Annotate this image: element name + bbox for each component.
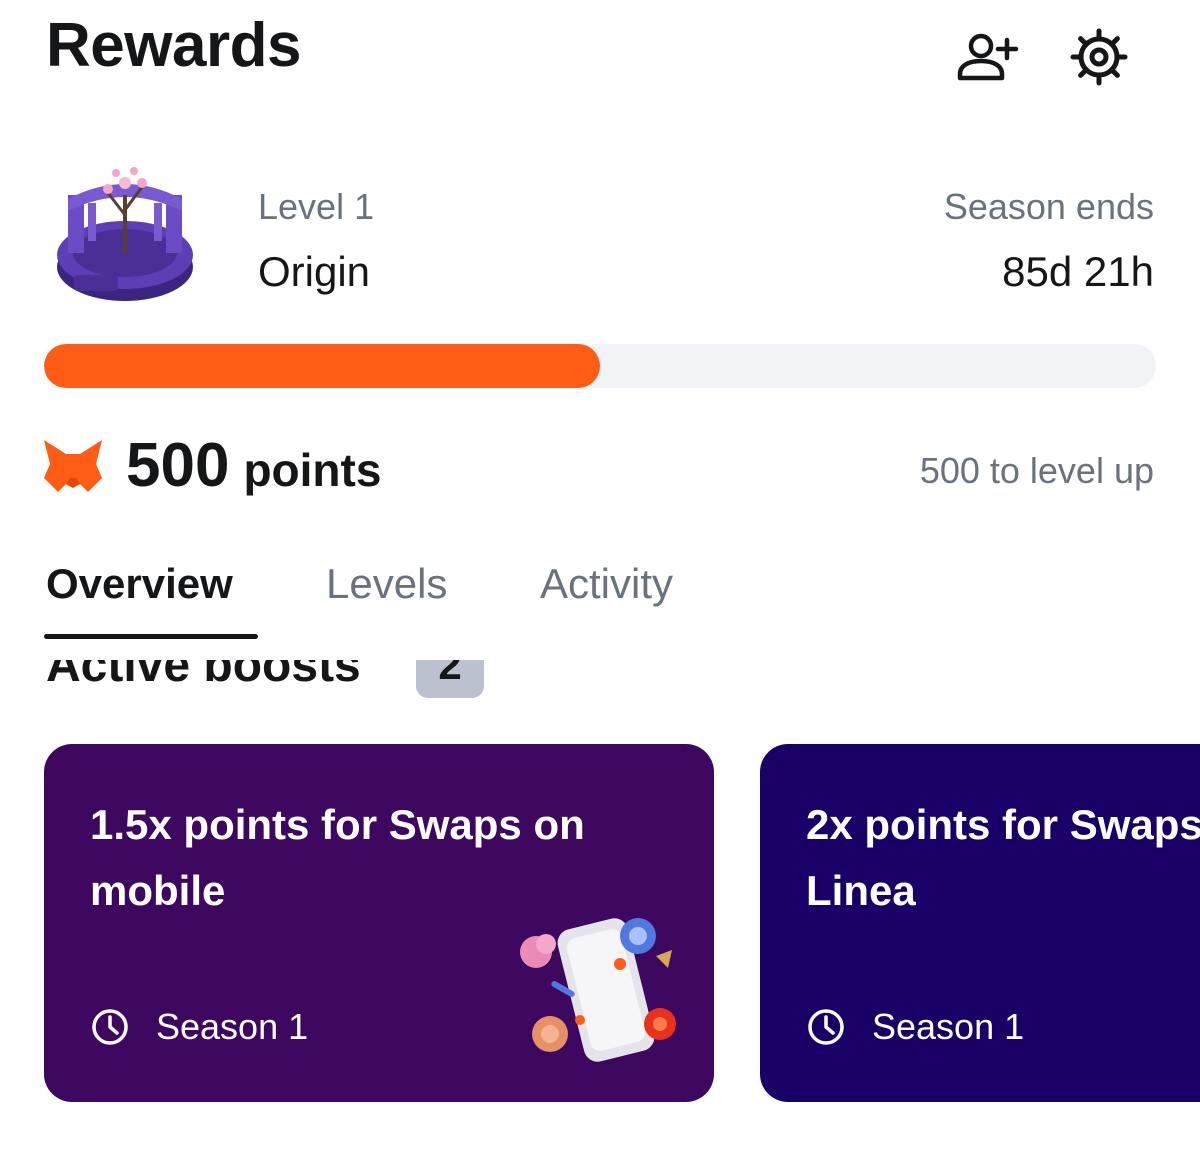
boost-title: 1.5x points for Swaps on mobile bbox=[90, 801, 585, 914]
boost-season-label: Season 1 bbox=[156, 1006, 309, 1047]
clock-icon bbox=[808, 1009, 844, 1045]
points-amount: 500 bbox=[126, 431, 230, 500]
tab-overview[interactable]: Overview bbox=[46, 560, 233, 608]
level-name: Origin bbox=[258, 248, 371, 295]
active-boosts-header: Active boosts 2 bbox=[0, 660, 1200, 700]
boost-title-line-1: 2x points for Swaps on bbox=[806, 801, 1200, 848]
settings-button[interactable] bbox=[1064, 22, 1134, 92]
level-label: Level 1 bbox=[258, 186, 375, 227]
page-title: Rewards bbox=[46, 11, 301, 80]
season-countdown: 85d 21h bbox=[1002, 248, 1154, 295]
level-illustration bbox=[57, 167, 193, 301]
tab-activity[interactable]: Activity bbox=[540, 560, 673, 608]
rewards-page: Rewards Level 1 Origin Season ends 85d 2… bbox=[0, 0, 1200, 1172]
boost-card-swaps-mobile[interactable]: 1.5x points for Swaps on mobile Season 1 bbox=[44, 744, 714, 1102]
boost-title-line-2: Linea bbox=[806, 867, 916, 914]
boost-season: Season 1 bbox=[90, 1006, 308, 1048]
metamask-fox-icon bbox=[44, 440, 102, 492]
add-user-icon bbox=[957, 33, 1019, 81]
boost-count-badge: 2 bbox=[416, 660, 484, 698]
clock-icon bbox=[92, 1009, 128, 1045]
boost-season: Season 1 bbox=[806, 1006, 1024, 1048]
active-tab-indicator bbox=[44, 634, 258, 639]
boost-card-swaps-linea[interactable]: 2x points for Swaps on Linea Season 1 bbox=[760, 744, 1200, 1102]
tab-levels[interactable]: Levels bbox=[326, 560, 447, 608]
level-progress-fill bbox=[44, 344, 600, 388]
level-progress-bar bbox=[44, 344, 1156, 388]
points-total: 500 points bbox=[126, 430, 381, 501]
points-unit: points bbox=[243, 444, 382, 496]
points-to-level-up: 500 to level up bbox=[919, 450, 1154, 491]
season-ends-label: Season ends bbox=[943, 186, 1154, 227]
add-user-button[interactable] bbox=[952, 22, 1022, 92]
phone-swap-illustration bbox=[520, 918, 676, 1062]
boost-title: 2x points for Swaps on Linea bbox=[806, 792, 1200, 924]
active-boosts-heading: Active boosts bbox=[46, 660, 361, 692]
boost-season-label: Season 1 bbox=[872, 1006, 1025, 1047]
gear-icon bbox=[1070, 28, 1128, 86]
